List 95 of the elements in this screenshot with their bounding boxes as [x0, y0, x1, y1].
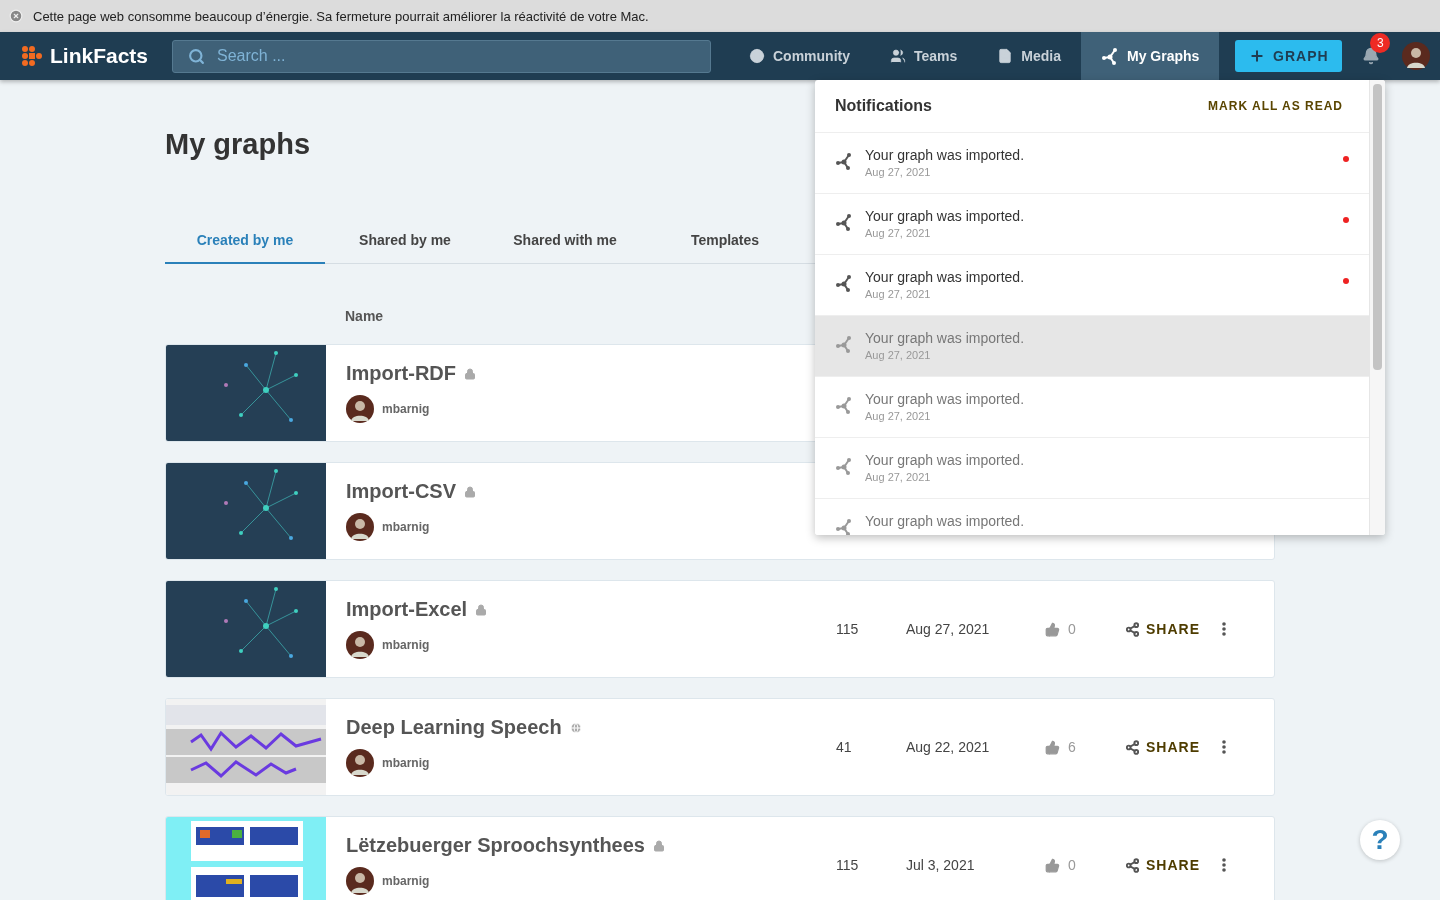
more-icon — [1222, 622, 1226, 636]
search-field[interactable]: Search ... — [172, 39, 711, 73]
graph-title[interactable]: Lëtzebuerger Sproochsynthees — [346, 834, 645, 857]
graph-icon — [835, 457, 853, 475]
nav-item[interactable]: Teams — [870, 32, 978, 80]
graph-date: Aug 22, 2021 — [906, 739, 991, 755]
banner-message: Cette page web consomme beaucoup d’énergie. Sa fermeture pourrait améliorer la réactivité de votre Mac. — [33, 8, 649, 24]
graph-icon — [835, 396, 853, 414]
graph-date: Jul 3, 2021 — [906, 857, 976, 873]
graph-card[interactable]: Lëtzebuerger Sproochsynthees mbarnig 115 Jul 3, 2021 0 SHARE — [165, 816, 1275, 900]
tab[interactable]: Created by me — [165, 224, 325, 264]
graph-icon — [1101, 47, 1119, 65]
node-count: 115 — [836, 621, 860, 637]
tab[interactable]: Templates — [645, 224, 805, 264]
share-icon — [1125, 739, 1140, 755]
panel-title: Notifications — [835, 97, 932, 115]
notification-item[interactable]: Your graph was imported. Aug 27, 2021 — [815, 133, 1369, 194]
notification-item[interactable]: Your graph was imported. Aug 27, 2021 — [815, 194, 1369, 255]
page-title: My graphs — [165, 128, 311, 162]
help-button[interactable]: ? — [1360, 820, 1400, 860]
notification-date: Aug 27, 2021 — [865, 349, 932, 361]
like-count: 0 — [1068, 621, 1076, 637]
graph-title[interactable]: Deep Learning Speech — [346, 716, 562, 739]
graph-title[interactable]: Import-CSV — [346, 480, 456, 503]
avatar — [346, 395, 374, 423]
like-count: 6 — [1068, 739, 1076, 755]
nav-item[interactable]: Media — [977, 32, 1081, 80]
share-button[interactable]: SHARE — [1125, 739, 1200, 755]
owner-name[interactable]: mbarnig — [382, 638, 430, 652]
people-icon — [890, 48, 906, 64]
graph-card[interactable]: Import-Excel mbarnig 115 Aug 27, 2021 0 SHARE — [165, 580, 1275, 678]
graph-icon — [835, 213, 853, 231]
owner-name[interactable]: mbarnig — [382, 402, 430, 416]
share-button[interactable]: SHARE — [1125, 857, 1200, 873]
notification-date: Aug 27, 2021 — [865, 410, 932, 422]
thumbs-up-icon[interactable] — [1045, 739, 1060, 755]
avatar — [346, 631, 374, 659]
owner-name[interactable]: mbarnig — [382, 756, 430, 770]
more-button[interactable] — [1222, 740, 1226, 754]
avatar — [346, 513, 374, 541]
notification-item[interactable]: Your graph was imported. Aug 27, 2021 — [815, 316, 1369, 377]
share-icon — [1125, 621, 1140, 637]
graph-icon — [835, 274, 853, 292]
graph-icon — [835, 152, 853, 170]
graph-title[interactable]: Import-Excel — [346, 598, 468, 621]
logo-icon — [20, 44, 44, 68]
notification-text: Your graph was imported. — [865, 269, 1026, 285]
thumbs-up-icon[interactable] — [1045, 621, 1060, 637]
logo-text[interactable]: LinkFacts — [50, 44, 149, 68]
search-icon — [188, 47, 205, 65]
close-icon[interactable] — [9, 9, 23, 23]
tab[interactable]: Shared with me — [485, 224, 645, 264]
column-header[interactable]: Name — [345, 308, 384, 324]
new-graph-button[interactable]: GRAPH — [1235, 40, 1343, 72]
nav-item[interactable]: My Graphs — [1081, 32, 1220, 80]
notification-text: Your graph was imported. — [865, 391, 1026, 407]
notification-text: Your graph was imported. — [865, 147, 1026, 163]
owner-name[interactable]: mbarnig — [382, 520, 430, 534]
more-button[interactable] — [1222, 622, 1226, 636]
document-icon — [997, 48, 1014, 64]
graph-date: Aug 27, 2021 — [906, 621, 991, 637]
graph-icon — [835, 335, 853, 353]
share-button[interactable]: SHARE — [1125, 621, 1200, 637]
avatar — [346, 749, 374, 777]
owner-name[interactable]: mbarnig — [382, 874, 430, 888]
share-icon — [1125, 857, 1140, 873]
notification-text: Your graph was imported. — [865, 513, 1026, 529]
graph-icon — [835, 518, 853, 535]
notification-text: Your graph was imported. — [865, 330, 1026, 346]
graph-card[interactable]: Deep Learning Speech mbarnig 41 Aug 22, 2021 6 SHARE — [165, 698, 1275, 796]
like-count: 0 — [1068, 857, 1076, 873]
thumbs-up-icon[interactable] — [1045, 857, 1060, 873]
node-count: 41 — [836, 739, 853, 755]
avatar — [1402, 42, 1431, 70]
tab[interactable]: Shared by me — [325, 224, 485, 264]
more-button[interactable] — [1222, 858, 1226, 872]
notification-item[interactable]: Your graph was imported. — [815, 499, 1369, 535]
notification-date: Aug 27, 2021 — [865, 471, 932, 483]
notification-badge: 3 — [1370, 33, 1391, 53]
notification-date: Aug 27, 2021 — [865, 166, 932, 178]
notification-text: Your graph was imported. — [865, 208, 1026, 224]
node-count: 115 — [836, 857, 860, 873]
nav-item[interactable]: Community — [729, 32, 870, 80]
scrollbar-thumb[interactable] — [1373, 84, 1382, 370]
notification-item[interactable]: Your graph was imported. Aug 27, 2021 — [815, 377, 1369, 438]
notification-item[interactable]: Your graph was imported. Aug 27, 2021 — [815, 255, 1369, 316]
more-icon — [1222, 740, 1226, 754]
bell-icon[interactable] — [1362, 47, 1381, 65]
mark-all-read-button[interactable]: MARK ALL AS READ — [1202, 98, 1349, 114]
notification-date: Aug 27, 2021 — [865, 288, 932, 300]
notification-item[interactable]: Your graph was imported. Aug 27, 2021 — [815, 438, 1369, 499]
avatar — [346, 867, 374, 895]
notification-date: Aug 27, 2021 — [865, 227, 932, 239]
graph-title[interactable]: Import-RDF — [346, 362, 456, 385]
more-icon — [1222, 858, 1226, 872]
